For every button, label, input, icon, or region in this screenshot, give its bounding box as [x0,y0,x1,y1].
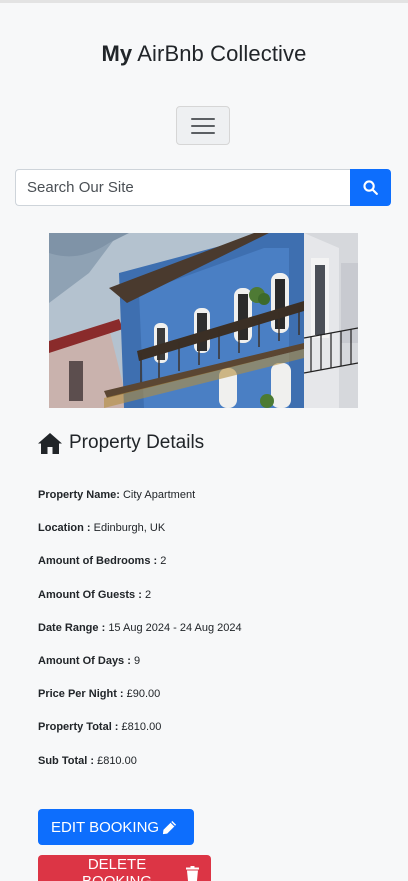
navbar-toggle-button[interactable] [176,106,230,145]
brand-text: AirBnb Collective [137,41,307,66]
property-details-heading: Property Details [38,432,204,454]
detail-property-total: Property Total : £810.00 [38,721,162,734]
detail-price-per-night: Price Per Night : £90.00 [38,688,161,701]
trash-icon [186,865,199,881]
detail-days: Amount Of Days : 9 [38,654,141,667]
hamburger-menu-icon [191,117,215,120]
search-form [15,169,391,206]
detail-date-range: Date Range : 15 Aug 2024 - 24 Aug 2024 [38,621,242,634]
edit-booking-label: EDIT BOOKING [51,818,160,836]
detail-guests: Amount Of Guests : 2 [38,588,152,601]
detail-bedrooms: Amount of Bedrooms : 2 [38,555,167,568]
home-icon [38,432,62,454]
delete-booking-button[interactable]: DELETE BOOKING [38,855,211,881]
search-icon [363,180,378,195]
detail-property-name: Property Name: City Apartment [38,489,196,501]
brand-bold: My [101,41,133,66]
site-brand[interactable]: My AirBnb Collective [0,41,408,67]
pencil-icon [163,820,177,834]
detail-location: Location : Edinburgh, UK [38,522,166,535]
search-button[interactable] [350,169,391,206]
delete-booking-label: DELETE BOOKING [82,856,152,881]
edit-booking-button[interactable]: EDIT BOOKING [38,809,194,845]
property-details-list: Property Name: City Apartment Location :… [38,488,242,787]
detail-sub-total: Sub Total : £810.00 [38,754,137,767]
search-input[interactable] [15,169,350,206]
property-details-title: Property Details [69,432,205,453]
page: My AirBnb Collective Search Our Site Pro… [0,0,408,881]
property-image [49,233,358,408]
